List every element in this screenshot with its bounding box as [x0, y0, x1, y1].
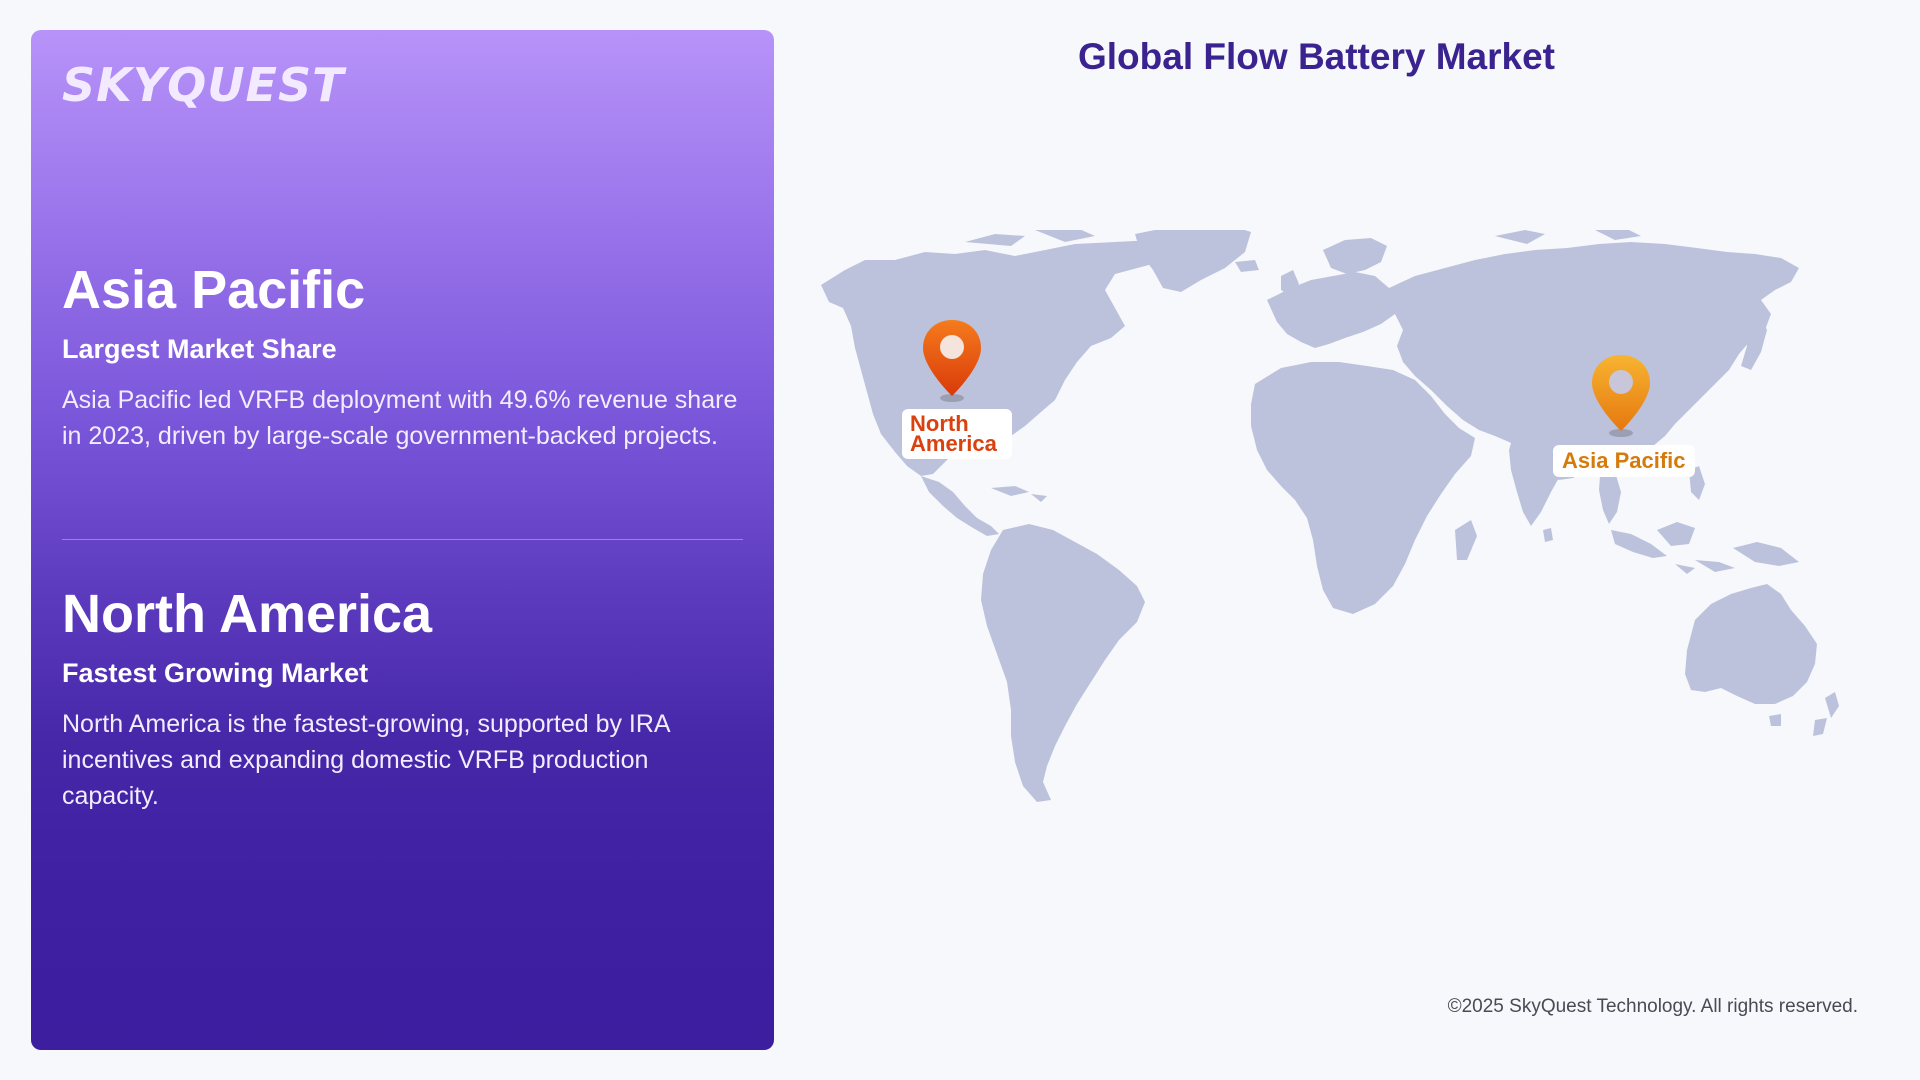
region-title: North America [62, 584, 433, 644]
region-block-asia-pacific: Asia Pacific Largest Market Share Asia P… [62, 258, 744, 454]
region-info-panel: SKYQUEST Asia Pacific Largest Market Sha… [31, 30, 774, 1050]
australia-landmass [1685, 584, 1817, 704]
copyright-footer: ©2025 SkyQuest Technology. All rights re… [1447, 996, 1858, 1017]
skyquest-logo: SKYQUEST [62, 58, 345, 112]
region-block-north-america: North America Fastest Growing Market Nor… [62, 582, 744, 814]
world-map [821, 230, 1839, 802]
divider [62, 539, 743, 540]
indonesia-landmass [1611, 530, 1667, 558]
page: SKYQUEST Asia Pacific Largest Market Sha… [0, 0, 1920, 1080]
region-subtitle: Fastest Growing Market [62, 658, 369, 688]
map-pin-icon[interactable] [1589, 353, 1653, 439]
map-label-north-america: North America [902, 409, 1012, 459]
greenland-landmass [1135, 230, 1251, 292]
region-description: North America is the fastest-growing, su… [62, 710, 670, 810]
map-label-asia-pacific: Asia Pacific [1553, 445, 1695, 477]
south-america-landmass [981, 524, 1145, 802]
central-america-landmass [921, 476, 999, 536]
region-description: Asia Pacific led VRFB deployment with 49… [62, 386, 738, 450]
region-subtitle: Largest Market Share [62, 334, 337, 364]
region-title: Asia Pacific [62, 260, 366, 320]
map-pin-icon[interactable] [920, 318, 984, 404]
page-title: Global Flow Battery Market [1078, 36, 1555, 77]
